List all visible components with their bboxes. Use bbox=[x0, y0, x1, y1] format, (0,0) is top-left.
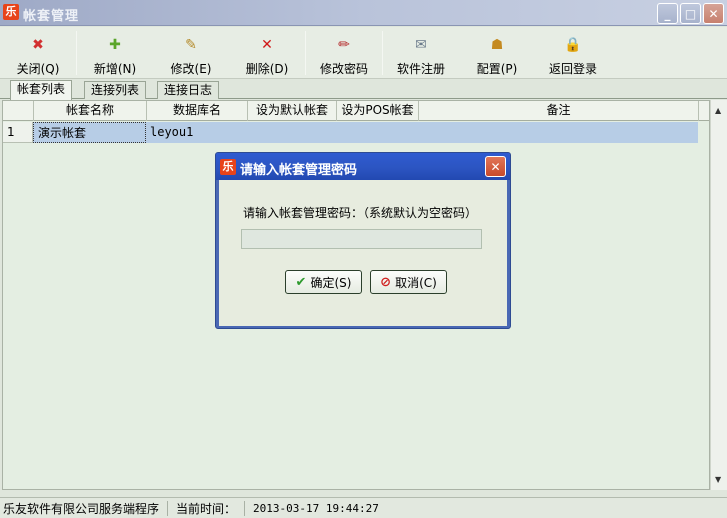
register-button[interactable]: ✉ 软件注册 bbox=[383, 27, 459, 79]
change-password-label: 修改密码 bbox=[319, 62, 368, 76]
column-header-name[interactable]: 帐套名称 bbox=[34, 101, 147, 121]
tab-account-list[interactable]: 帐套列表 bbox=[10, 80, 73, 100]
delete-icon: ✕ bbox=[261, 37, 273, 53]
config-button[interactable]: ☗ 配置(P) bbox=[459, 27, 535, 79]
tab-strip: 帐套列表 连接列表 连接日志 bbox=[0, 79, 727, 100]
cell-note[interactable] bbox=[418, 122, 698, 143]
status-app-name: 乐友软件有限公司服务端程序 bbox=[3, 501, 160, 516]
cell-default[interactable] bbox=[247, 122, 336, 143]
window-title: 帐套管理 bbox=[23, 9, 80, 24]
maximize-button[interactable]: □ bbox=[680, 3, 701, 24]
delete-button-label: 删除(D) bbox=[245, 62, 289, 76]
close-window-button[interactable]: ✕ bbox=[703, 3, 724, 24]
add-button-label: 新增(N) bbox=[93, 62, 137, 76]
table-row[interactable]: 1 演示帐套 leyou1 bbox=[3, 122, 709, 143]
dialog-title: 请输入帐套管理密码 bbox=[240, 163, 358, 178]
dialog-close-button[interactable]: ✕ bbox=[485, 156, 506, 177]
add-button[interactable]: ✚ 新增(N) bbox=[77, 27, 153, 79]
scroll-up-icon[interactable]: ▲ bbox=[715, 106, 721, 115]
close-button-label: 关闭(Q) bbox=[16, 62, 60, 76]
delete-button[interactable]: ✕ 删除(D) bbox=[229, 27, 305, 79]
password-prompt: 请输入帐套管理密码：（系统默认为空密码） bbox=[243, 206, 478, 220]
close-button[interactable]: ✖ 关闭(Q) bbox=[0, 27, 76, 79]
column-header-default[interactable]: 设为默认帐套 bbox=[248, 101, 337, 121]
scroll-down-icon[interactable]: ▼ bbox=[715, 475, 721, 484]
cancel-icon: ⊘ bbox=[380, 274, 392, 290]
window-controls: _ □ ✕ bbox=[657, 3, 724, 24]
status-bar: 乐友软件有限公司服务端程序 当前时间： 2013-03-17 19:44:27 bbox=[0, 497, 727, 518]
cancel-button-label: 取消(C) bbox=[395, 275, 437, 290]
ok-button-label: 确定(S) bbox=[310, 275, 352, 290]
column-header-db[interactable]: 数据库名 bbox=[147, 101, 248, 121]
close-icon: ✖ bbox=[32, 37, 44, 53]
app-icon: 乐 bbox=[3, 4, 19, 20]
change-password-button[interactable]: ✏ 修改密码 bbox=[306, 27, 382, 79]
password-input[interactable] bbox=[241, 229, 482, 249]
check-icon: ✔ bbox=[295, 274, 307, 290]
column-header-note[interactable]: 备注 bbox=[419, 101, 699, 121]
config-icon: ☗ bbox=[490, 37, 504, 53]
relogin-button-label: 返回登录 bbox=[548, 62, 597, 76]
column-header-pos[interactable]: 设为POS帐套 bbox=[337, 101, 419, 121]
toolbar: ✖ 关闭(Q) ✚ 新增(N) ✎ 修改(E) ✕ 删除(D) ✏ 修改密码 ✉… bbox=[0, 27, 727, 79]
title-bar: 乐 帐套管理 _ □ ✕ bbox=[0, 0, 727, 26]
lock-icon: 🔒 bbox=[564, 37, 582, 53]
pen-icon: ✏ bbox=[338, 37, 350, 53]
edit-button[interactable]: ✎ 修改(E) bbox=[153, 27, 229, 79]
config-button-label: 配置(P) bbox=[476, 62, 518, 76]
dialog-title-bar: 乐 请输入帐套管理密码 ✕ bbox=[216, 153, 510, 180]
tab-connection-log[interactable]: 连接日志 bbox=[157, 81, 220, 99]
cell-pos[interactable] bbox=[336, 122, 418, 143]
status-separator bbox=[167, 500, 169, 516]
edit-button-label: 修改(E) bbox=[170, 62, 212, 76]
register-button-label: 软件注册 bbox=[396, 62, 445, 76]
dialog-body: 请输入帐套管理密码：（系统默认为空密码） ✔ 确定(S) ⊘ 取消(C) bbox=[219, 180, 507, 326]
status-time-value: 2013-03-17 19:44:27 bbox=[253, 501, 379, 515]
ok-button[interactable]: ✔ 确定(S) bbox=[285, 270, 362, 294]
row-number-header bbox=[3, 101, 34, 121]
cell-name[interactable]: 演示帐套 bbox=[33, 122, 146, 143]
tab-connection-list[interactable]: 连接列表 bbox=[84, 81, 147, 99]
grid-header: 帐套名称 数据库名 设为默认帐套 设为POS帐套 备注 bbox=[3, 101, 709, 121]
edit-icon: ✎ bbox=[185, 37, 197, 53]
minimize-button[interactable]: _ bbox=[657, 3, 678, 24]
row-number: 1 bbox=[3, 122, 33, 143]
dialog-app-icon: 乐 bbox=[220, 159, 236, 175]
relogin-button[interactable]: 🔒 返回登录 bbox=[535, 27, 611, 79]
envelope-icon: ✉ bbox=[415, 37, 427, 53]
password-dialog: 乐 请输入帐套管理密码 ✕ 请输入帐套管理密码：（系统默认为空密码） ✔ 确定(… bbox=[215, 152, 511, 329]
cell-db[interactable]: leyou1 bbox=[146, 122, 247, 143]
cancel-button[interactable]: ⊘ 取消(C) bbox=[370, 270, 447, 294]
add-icon: ✚ bbox=[109, 37, 121, 53]
status-separator bbox=[244, 500, 246, 516]
vertical-scrollbar[interactable]: ▲ ▼ bbox=[710, 100, 727, 490]
status-time-label: 当前时间： bbox=[176, 501, 237, 516]
